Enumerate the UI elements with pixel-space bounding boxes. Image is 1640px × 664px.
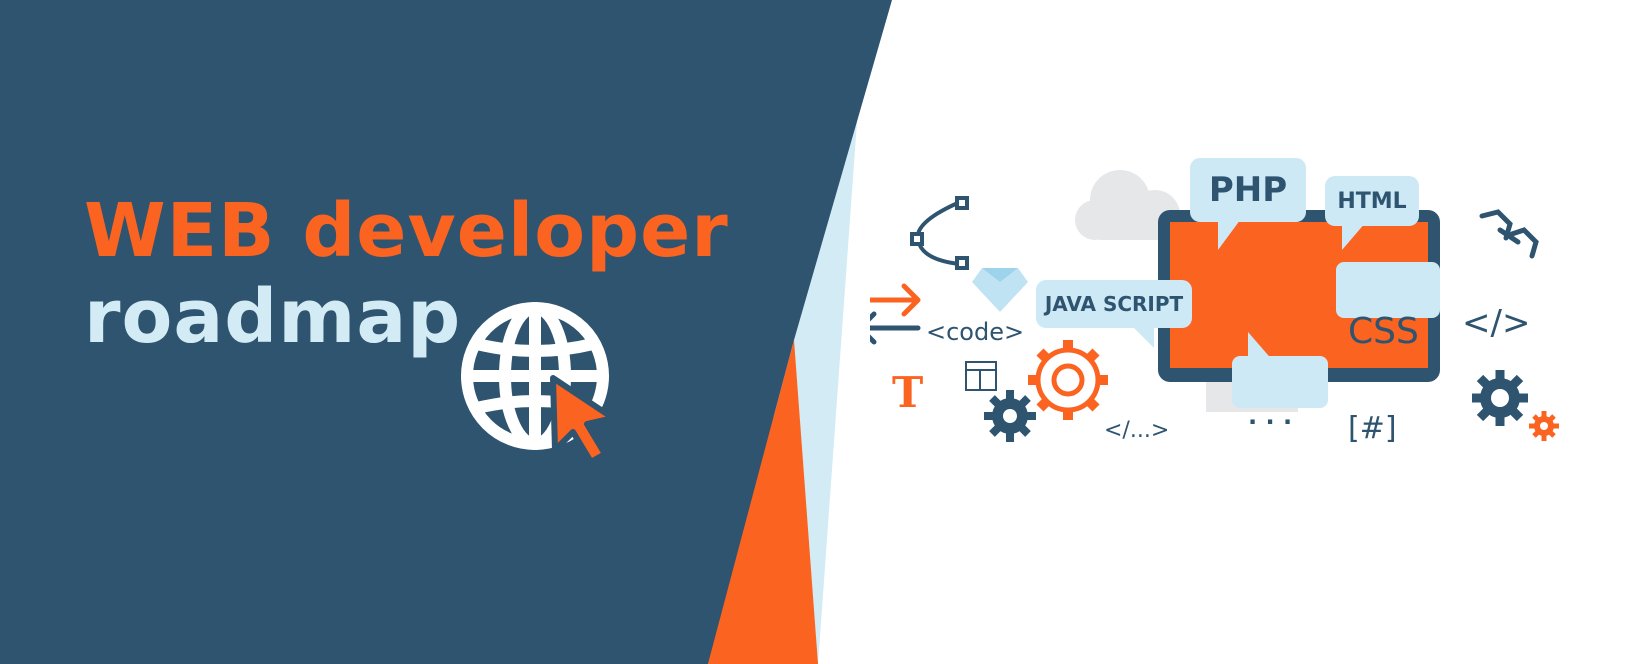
layout-icon — [965, 361, 997, 391]
php-bubble: PHP — [1190, 158, 1306, 222]
blank-bubble — [1232, 356, 1328, 408]
gear-icon — [984, 390, 1036, 442]
gear-icon — [1529, 411, 1559, 441]
swap-arrows-icon — [870, 283, 921, 345]
gear-icon — [1028, 340, 1108, 420]
chain-link-icon — [1479, 209, 1539, 259]
gear-icon — [1472, 370, 1528, 426]
headline-web-developer: WEB developer — [84, 188, 729, 274]
code-tag: <code> — [926, 318, 1025, 346]
ellipsis-tag: </...> — [1104, 418, 1170, 443]
css-label: CSS — [1348, 311, 1419, 352]
type-glyph: T — [892, 368, 924, 417]
web-tech-illustration: PHP HTML JAVA SCRIPT CSS <code> </> </..… — [870, 150, 1610, 480]
bezier-curve-icon — [910, 196, 969, 270]
close-tag: </> — [1462, 303, 1531, 343]
globe-cursor-icon — [461, 302, 616, 465]
dots: · · · — [1248, 408, 1293, 436]
headline-roadmap: roadmap — [84, 274, 462, 360]
hash-tag: [#] — [1348, 411, 1397, 446]
diamond-icon — [972, 268, 1028, 312]
css-bubble-box — [1336, 262, 1440, 318]
javascript-bubble: JAVA SCRIPT — [1036, 280, 1192, 328]
roadmap-banner: WEB developer roadmap PHP HTML JAVA SCRI… — [0, 0, 1640, 664]
html-bubble: HTML — [1325, 176, 1419, 226]
